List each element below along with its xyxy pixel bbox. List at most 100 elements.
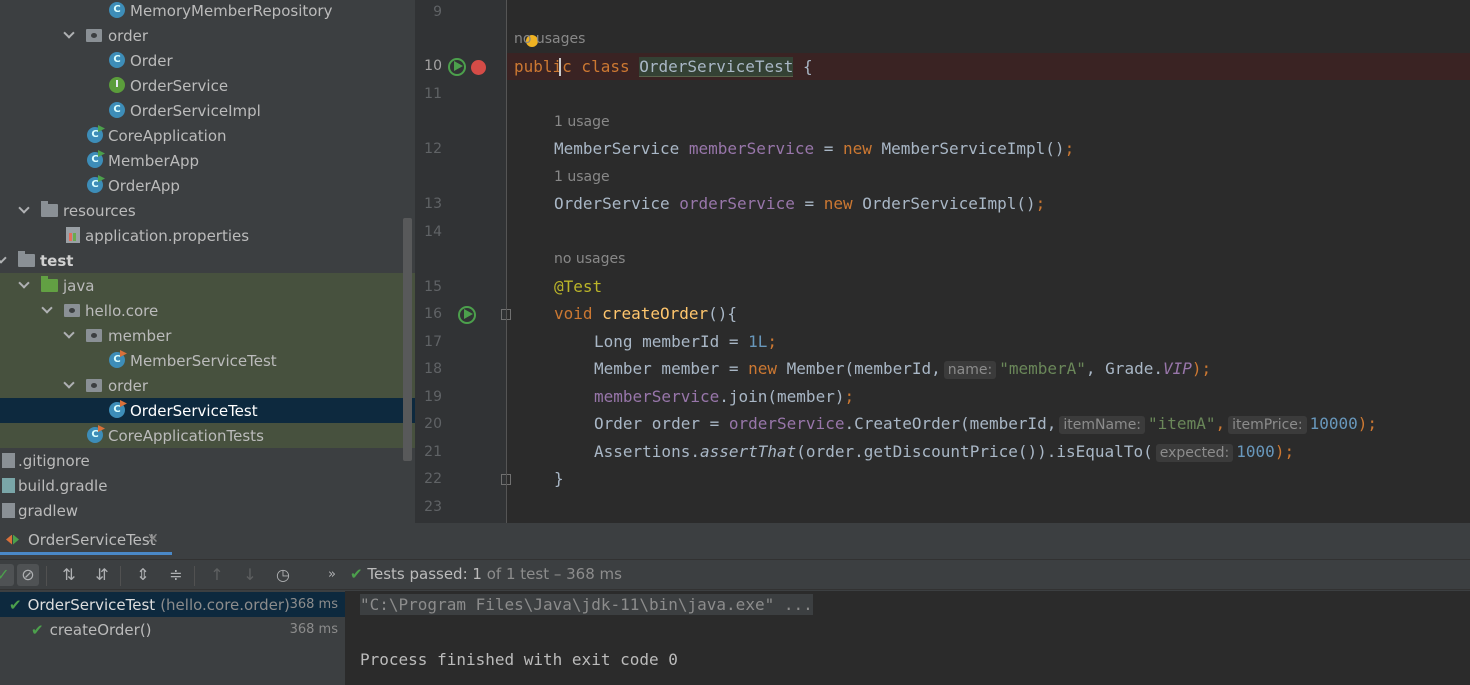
usages-hint[interactable]: no usages bbox=[514, 31, 585, 47]
test-toolbar: ✓ ⊘ ⇅ ⇵ ⇕ ≑ ↑ ↓ ◷ » ✔ Tests passed: 1 of… bbox=[0, 559, 1470, 590]
tree-item-order-test-package[interactable]: order bbox=[0, 373, 415, 398]
code-line-18: Member member = new Member(memberId, name… bbox=[594, 359, 1212, 379]
toolbar-separator bbox=[194, 566, 195, 586]
properties-file-icon bbox=[66, 227, 80, 243]
show-passed-icon[interactable]: ✓ bbox=[0, 564, 14, 586]
code-line-16: void createOrder(){ bbox=[554, 304, 738, 323]
run-test-class-icon[interactable] bbox=[448, 58, 466, 76]
code-line-13: OrderService orderService = new OrderSer… bbox=[554, 194, 1046, 213]
code-line-12: MemberService memberService = new Member… bbox=[554, 139, 1075, 158]
package-icon bbox=[86, 329, 102, 342]
chevron-down-icon[interactable] bbox=[64, 329, 74, 339]
tree-item-gradlew[interactable]: gradlew bbox=[0, 498, 415, 523]
tree-item-hello-core[interactable]: hello.core bbox=[0, 298, 415, 323]
gradle-icon bbox=[2, 478, 15, 493]
tree-item-order-service[interactable]: I OrderService bbox=[0, 73, 415, 98]
checkmark-icon: ✔ bbox=[350, 565, 363, 583]
test-results-tree: ✔ OrderServiceTest (hello.core.order) 36… bbox=[0, 591, 345, 685]
tree-item-order-app[interactable]: C OrderApp bbox=[0, 173, 415, 198]
sort-by-duration-icon[interactable]: ⇵ bbox=[91, 564, 113, 586]
line-number: 21 bbox=[424, 444, 442, 460]
package-icon bbox=[64, 304, 80, 317]
line-number: 23 bbox=[424, 499, 442, 515]
package-icon bbox=[86, 379, 102, 392]
line-number: 20 bbox=[424, 416, 442, 432]
line-number: 11 bbox=[424, 86, 442, 102]
tree-item-order[interactable]: C Order bbox=[0, 48, 415, 73]
usages-hint[interactable]: no usages bbox=[554, 251, 625, 267]
tree-item-memory-member-repository[interactable]: C MemoryMemberRepository bbox=[0, 0, 415, 23]
line-number: 17 bbox=[424, 334, 442, 350]
previous-failed-icon[interactable]: ↑ bbox=[206, 564, 228, 586]
folder-icon bbox=[18, 251, 35, 267]
tree-item-member-app[interactable]: C MemberApp bbox=[0, 148, 415, 173]
test-class-icon: C bbox=[109, 352, 125, 368]
breakpoint-icon[interactable] bbox=[471, 60, 486, 75]
tree-item-resources[interactable]: resources bbox=[0, 198, 415, 223]
project-tree: C MemoryMemberRepository order C Order I… bbox=[0, 0, 415, 523]
line-number: 12 bbox=[424, 141, 442, 157]
collapse-all-icon[interactable]: ≑ bbox=[165, 564, 187, 586]
line-number: 16 bbox=[424, 306, 442, 322]
show-ignored-icon[interactable]: ⊘ bbox=[17, 564, 39, 586]
tree-item-application-properties[interactable]: application.properties bbox=[0, 223, 415, 248]
tree-item-test[interactable]: test bbox=[0, 248, 415, 273]
tree-item-gitignore[interactable]: .gitignore bbox=[0, 448, 415, 473]
test-run-icon bbox=[6, 534, 20, 546]
toolbar-separator bbox=[120, 566, 121, 586]
tree-scrollbar[interactable] bbox=[403, 218, 412, 461]
tree-item-order-service-test[interactable]: C OrderServiceTest bbox=[0, 398, 415, 423]
test-status: ✔ Tests passed: 1 of 1 test – 368 ms bbox=[350, 565, 622, 583]
test-class-icon: C bbox=[109, 402, 125, 418]
tree-item-build-gradle[interactable]: build.gradle bbox=[0, 473, 415, 498]
chevron-down-icon[interactable] bbox=[42, 304, 52, 314]
run-test-method-icon[interactable] bbox=[458, 306, 476, 324]
expand-all-icon[interactable]: ⇕ bbox=[132, 564, 154, 586]
test-history-icon[interactable]: ◷ bbox=[272, 564, 294, 586]
tree-item-member-package[interactable]: member bbox=[0, 323, 415, 348]
test-result-class[interactable]: ✔ OrderServiceTest (hello.core.order) 36… bbox=[0, 592, 345, 617]
line-number: 9 bbox=[433, 4, 442, 20]
chevron-down-icon[interactable] bbox=[19, 204, 29, 214]
file-icon bbox=[2, 453, 15, 468]
run-tool-window: OrderServiceTest ✕ ✓ ⊘ ⇅ ⇵ ⇕ ≑ ↑ ↓ ◷ » ✔… bbox=[0, 523, 1470, 685]
line-number: 19 bbox=[424, 389, 442, 405]
usages-hint[interactable]: 1 usage bbox=[554, 169, 610, 185]
code-line-15: @Test bbox=[554, 277, 603, 296]
code-line-22: } bbox=[554, 469, 564, 488]
chevron-down-icon[interactable] bbox=[0, 254, 6, 264]
parameter-hint: itemName: bbox=[1059, 416, 1146, 434]
chevron-down-icon[interactable] bbox=[64, 29, 74, 39]
line-number: 15 bbox=[424, 279, 442, 295]
console-command-line: "C:\Program Files\Java\jdk-11\bin\java.e… bbox=[360, 594, 813, 615]
test-class-icon: C bbox=[87, 427, 103, 443]
chevron-down-icon[interactable] bbox=[19, 279, 29, 289]
next-failed-icon[interactable]: ↓ bbox=[239, 564, 261, 586]
line-number: 10 bbox=[424, 58, 442, 74]
line-number: 22 bbox=[424, 471, 442, 487]
close-icon[interactable]: ✕ bbox=[147, 531, 159, 547]
tree-item-order-package[interactable]: order bbox=[0, 23, 415, 48]
text-cursor bbox=[559, 58, 561, 76]
code-line-17: Long memberId = 1L; bbox=[594, 332, 778, 351]
sort-alphabetically-icon[interactable]: ⇅ bbox=[58, 564, 80, 586]
parameter-hint: itemPrice: bbox=[1228, 416, 1307, 434]
chevron-down-icon[interactable] bbox=[64, 379, 74, 389]
test-result-method[interactable]: ✔ createOrder() 368 ms bbox=[0, 617, 345, 642]
checkmark-icon: ✔ bbox=[9, 595, 22, 614]
class-icon: C bbox=[109, 52, 125, 68]
tree-item-core-application-tests[interactable]: C CoreApplicationTests bbox=[0, 423, 415, 448]
class-name: OrderServiceTest bbox=[639, 57, 794, 77]
code-line-19: memberService.join(member); bbox=[594, 387, 855, 406]
tree-item-order-service-impl[interactable]: C OrderServiceImpl bbox=[0, 98, 415, 123]
more-actions-icon[interactable]: » bbox=[321, 564, 343, 586]
runnable-class-icon: C bbox=[87, 177, 103, 193]
usages-hint[interactable]: 1 usage bbox=[554, 114, 610, 130]
runnable-class-icon: C bbox=[87, 152, 103, 168]
console-output[interactable]: "C:\Program Files\Java\jdk-11\bin\java.e… bbox=[345, 591, 1470, 685]
tree-item-core-application[interactable]: C CoreApplication bbox=[0, 123, 415, 148]
code-line-21: Assertions.assertThat(order.getDiscountP… bbox=[594, 442, 1295, 462]
tree-item-java[interactable]: java bbox=[0, 273, 415, 298]
code-editor[interactable]: 9 10 11 12 13 14 15 16 17 18 19 20 21 22… bbox=[415, 0, 1470, 523]
tree-item-member-service-test[interactable]: C MemberServiceTest bbox=[0, 348, 415, 373]
